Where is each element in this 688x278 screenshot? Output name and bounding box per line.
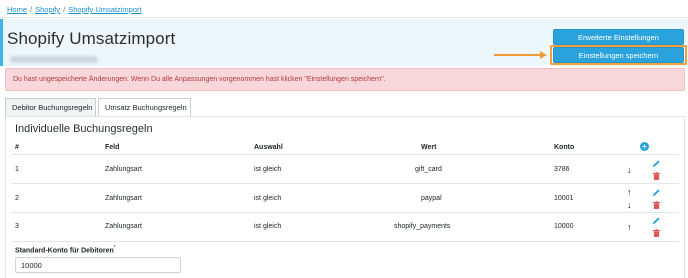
- column-header-wert: Wert: [421, 144, 437, 151]
- rules-card-title: Individuelle Buchungsregeln: [15, 123, 153, 135]
- row-wert: shopify_payments: [394, 223, 451, 230]
- tab-debitor-buchungsregeln[interactable]: Debitor Buchungsregeln: [5, 98, 96, 116]
- breadcrumb-shopify-link[interactable]: Shopify: [35, 5, 60, 14]
- row-feld: Zahlungsart: [105, 195, 142, 202]
- add-rule-icon[interactable]: +: [640, 142, 649, 151]
- trash-icon[interactable]: [653, 172, 660, 180]
- breadcrumb-separator: /: [63, 5, 66, 14]
- breadcrumb-separator: /: [30, 5, 33, 14]
- standard-konto-label: Standard-Konto für Debitoren*: [15, 245, 116, 254]
- pencil-icon[interactable]: [652, 159, 661, 168]
- row-wert: paypal: [421, 195, 442, 202]
- save-settings-button[interactable]: Einstellungen speichern: [553, 47, 684, 63]
- row-konto: 3786: [554, 166, 570, 173]
- arrow-down-icon[interactable]: ↓: [627, 166, 632, 175]
- breadcrumb: Home / Shopify / Shopify Umsatzimport: [7, 5, 142, 14]
- trash-icon[interactable]: [653, 229, 660, 237]
- column-header-number: #: [15, 144, 19, 151]
- row-feld: Zahlungsart: [105, 166, 142, 173]
- trash-icon[interactable]: [653, 201, 660, 209]
- required-marker: *: [113, 245, 116, 251]
- row-konto: 10001: [554, 195, 574, 202]
- row-feld: Zahlungsart: [105, 223, 142, 230]
- advanced-settings-button[interactable]: Erweiterte Einstellungen: [553, 29, 684, 45]
- row-auswahl: ist gleich: [254, 223, 282, 230]
- blurred-subtitle: [10, 56, 98, 63]
- breadcrumb-current-link[interactable]: Shopify Umsatzimport: [68, 5, 141, 14]
- column-header-auswahl: Auswahl: [254, 144, 283, 151]
- row-number: 3: [15, 223, 19, 230]
- breadcrumb-home-link[interactable]: Home: [7, 5, 27, 14]
- row-number: 2: [15, 195, 19, 202]
- table-divider: [12, 212, 679, 213]
- arrow-up-icon[interactable]: ↑: [627, 223, 632, 232]
- standard-konto-label-text: Standard-Konto für Debitoren: [15, 247, 114, 255]
- pencil-icon[interactable]: [652, 216, 661, 225]
- table-divider: [12, 154, 679, 155]
- annotation-arrow-head: [540, 51, 547, 59]
- tab-umsatz-buchungsregeln[interactable]: Umsatz Buchungsregeln: [98, 98, 191, 116]
- rules-card: Individuelle Buchungsregeln # Feld Auswa…: [5, 116, 685, 278]
- standard-konto-input[interactable]: 10000: [15, 257, 181, 273]
- alert-text: Du hast ungespeicherte Änderungen. Wenn …: [13, 76, 386, 83]
- row-auswahl: ist gleich: [254, 166, 282, 173]
- row-konto: 10000: [554, 223, 574, 230]
- breadcrumb-bar: Home / Shopify / Shopify Umsatzimport: [0, 0, 688, 18]
- column-header-feld: Feld: [105, 144, 120, 151]
- row-auswahl: ist gleich: [254, 195, 282, 202]
- arrow-up-icon[interactable]: ↑: [627, 188, 632, 197]
- row-wert: gift_card: [415, 166, 442, 173]
- unsaved-changes-alert: Du hast ungespeicherte Änderungen. Wenn …: [5, 68, 685, 91]
- annotation-arrow: [494, 54, 544, 56]
- arrow-down-icon[interactable]: ↓: [627, 201, 632, 210]
- row-number: 1: [15, 166, 19, 173]
- table-divider: [12, 183, 679, 184]
- table-divider: [12, 241, 679, 242]
- pencil-icon[interactable]: [652, 188, 661, 197]
- page-title: Shopify Umsatzimport: [7, 29, 176, 48]
- column-header-konto: Konto: [554, 144, 575, 151]
